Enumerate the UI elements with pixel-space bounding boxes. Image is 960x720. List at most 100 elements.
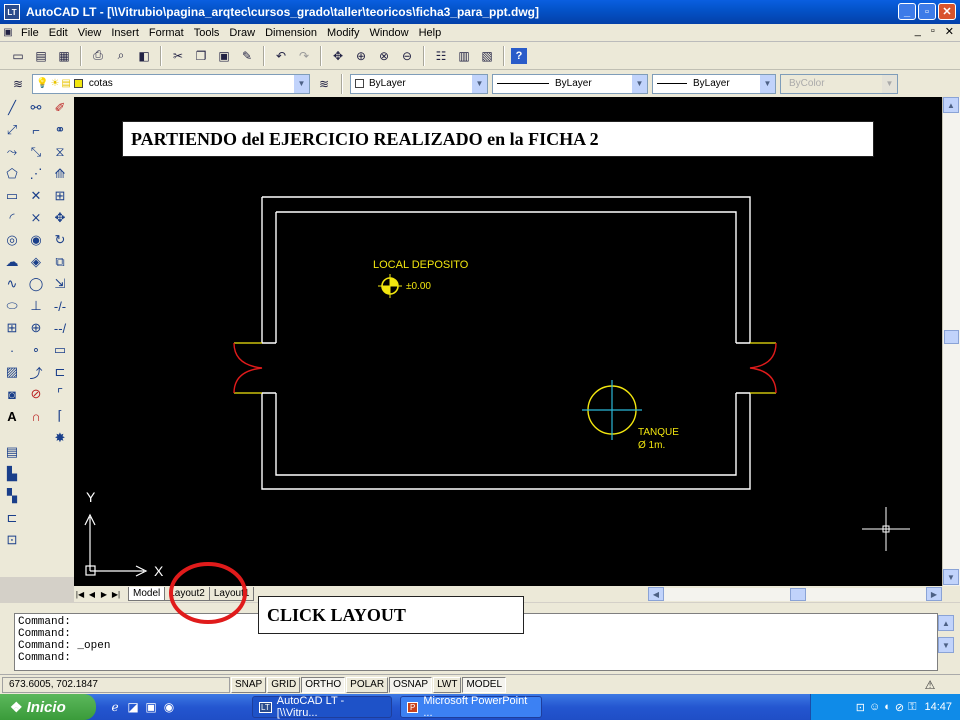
extend-icon[interactable]: --/ — [48, 317, 72, 339]
command-prompt[interactable]: Command: — [18, 652, 934, 664]
tab-model[interactable]: Model — [128, 587, 166, 601]
horizontal-scrollbar[interactable]: ◀ ▶ — [648, 587, 942, 601]
volume-icon[interactable]: ◐ — [884, 701, 891, 713]
redo-icon[interactable]: ↷ — [294, 46, 314, 66]
menu-view[interactable]: View — [73, 27, 107, 39]
scroll-left-icon[interactable]: ◀ — [648, 587, 664, 601]
print-icon[interactable]: ⎙ — [88, 46, 108, 66]
communication-center-icon[interactable]: ⚠ — [920, 675, 940, 695]
arc-icon[interactable]: ◜ — [0, 207, 24, 229]
grid-toggle[interactable]: GRID — [267, 676, 301, 693]
design-center-icon[interactable]: ▥ — [454, 46, 474, 66]
menu-modify[interactable]: Modify — [322, 27, 364, 39]
explode-icon[interactable]: ✸ — [48, 427, 72, 449]
show-desktop-icon[interactable]: ◪ — [124, 698, 142, 716]
paste-icon[interactable]: ▣ — [214, 46, 234, 66]
zoom-previous-icon[interactable]: ⊖ — [397, 46, 417, 66]
chevron-down-icon[interactable]: ▼ — [632, 74, 647, 93]
maximize-button[interactable]: ▫ — [918, 3, 936, 20]
point-icon[interactable]: · — [0, 339, 24, 361]
dim-edit-icon[interactable]: ⊏ — [0, 507, 24, 529]
first-tab-icon[interactable]: |◀ — [74, 587, 86, 601]
offset-icon[interactable]: ⟰ — [48, 163, 72, 185]
region-icon[interactable]: ◙ — [0, 383, 24, 405]
polygon-icon[interactable]: ⬠ — [0, 163, 24, 185]
stretch-icon[interactable]: ⇲ — [48, 273, 72, 295]
chevron-down-icon[interactable]: ▼ — [472, 74, 487, 93]
ordinate-dimension-icon[interactable]: ⊡ — [0, 529, 24, 551]
messenger-icon[interactable]: ☺ — [869, 701, 880, 713]
insert-block-icon[interactable]: ⊞ — [0, 317, 24, 339]
menu-edit[interactable]: Edit — [44, 27, 73, 39]
break-icon[interactable]: ▭ — [48, 339, 72, 361]
chevron-down-icon[interactable]: ▼ — [760, 74, 775, 93]
make-object-layer-current-icon[interactable]: ≋ — [314, 74, 334, 94]
menu-help[interactable]: Help — [414, 27, 447, 39]
menu-insert[interactable]: Insert — [106, 27, 144, 39]
move-icon[interactable]: ✥ — [48, 207, 72, 229]
media-player-icon[interactable]: ▣ — [142, 698, 160, 716]
hatch-icon[interactable]: ▨ — [0, 361, 24, 383]
join-icon[interactable]: ⊏ — [48, 361, 72, 383]
polyline-icon[interactable]: ⤳ — [0, 141, 24, 163]
doc-minimize-button[interactable]: _ — [915, 25, 921, 38]
open-folder-icon[interactable]: ▤ — [31, 46, 51, 66]
next-tab-icon[interactable]: ▶ — [98, 587, 110, 601]
vertical-scroll-thumb[interactable] — [944, 330, 959, 344]
circle-icon[interactable]: ◎ — [0, 229, 24, 251]
spline-icon[interactable]: ∿ — [0, 273, 24, 295]
taskbar-item-autocad[interactable]: LT AutoCAD LT - [\\Vitru... — [252, 695, 392, 719]
snap-none-icon[interactable]: ⊘ — [24, 383, 48, 405]
layer-manager-icon[interactable]: ≋ — [8, 74, 28, 94]
trim-icon[interactable]: -/- — [48, 295, 72, 317]
horizontal-scroll-thumb[interactable] — [790, 588, 806, 601]
taskbar-item-powerpoint[interactable]: P Microsoft PowerPoint ... — [400, 695, 542, 719]
rotate-icon[interactable]: ↻ — [48, 229, 72, 251]
zoom-realtime-icon[interactable]: ⊕ — [351, 46, 371, 66]
start-button[interactable]: ❖ Inicio — [0, 694, 96, 720]
pan-icon[interactable]: ✥ — [328, 46, 348, 66]
snap-nearest-icon[interactable]: ⤴ — [24, 361, 48, 383]
save-icon[interactable]: ▦ — [54, 46, 74, 66]
color-dropdown[interactable]: ByLayer ▼ — [350, 73, 488, 94]
ellipse-icon[interactable]: ⬭ — [0, 295, 24, 317]
print-preview-icon[interactable]: ⌕ — [111, 46, 131, 66]
document-icon[interactable]: ▣ — [0, 25, 16, 41]
snap-center-icon[interactable]: ◉ — [24, 229, 48, 251]
lwt-toggle[interactable]: LWT — [433, 676, 462, 693]
close-button[interactable]: ✕ — [938, 3, 956, 20]
antivirus-icon[interactable]: ⊘ — [895, 701, 904, 714]
prev-tab-icon[interactable]: ◀ — [86, 587, 98, 601]
linear-dimension-icon[interactable]: ▙ — [0, 463, 24, 485]
model-space-canvas[interactable]: LOCAL DEPOSITO ±0.00 TANQUE Ø 1m. Y X — [74, 97, 942, 586]
linetype-dropdown[interactable]: ByLayer ▼ — [492, 73, 648, 94]
chevron-down-icon[interactable]: ▼ — [294, 74, 309, 93]
layer-dropdown[interactable]: 💡 ☀ ▤ cotas ▼ — [32, 73, 310, 94]
snap-quadrant-icon[interactable]: ◈ — [24, 251, 48, 273]
snap-toggle[interactable]: SNAP — [231, 676, 267, 693]
model-toggle[interactable]: MODEL — [462, 676, 507, 693]
copy-object-icon[interactable]: ⚭ — [48, 119, 72, 141]
multiline-text-icon[interactable]: A — [0, 405, 24, 427]
copy-icon[interactable]: ❐ — [191, 46, 211, 66]
scroll-up-icon[interactable]: ▲ — [943, 97, 959, 113]
dimension-style-icon[interactable]: ▤ — [0, 441, 24, 463]
coordinate-readout[interactable]: 673.6005, 702.1847 — [2, 676, 230, 693]
scroll-right-icon[interactable]: ▶ — [926, 587, 942, 601]
menu-dimension[interactable]: Dimension — [260, 27, 322, 39]
snap-tangent-icon[interactable]: ◯ — [24, 273, 48, 295]
snap-midpoint-icon[interactable]: ⌐ — [24, 119, 48, 141]
firefox-icon[interactable]: ◉ — [160, 698, 178, 716]
network-icon[interactable]: ⊡ — [856, 701, 865, 714]
revision-cloud-icon[interactable]: ☁ — [0, 251, 24, 273]
snap-settings-icon[interactable]: ∩ — [24, 405, 48, 427]
zoom-window-icon[interactable]: ⊗ — [374, 46, 394, 66]
snap-cross-icon[interactable]: ⨯ — [24, 207, 48, 229]
properties-icon[interactable]: ☷ — [431, 46, 451, 66]
polar-toggle[interactable]: POLAR — [346, 676, 389, 693]
fillet-icon[interactable]: ⌈ — [48, 405, 72, 427]
snap-endpoint-icon[interactable]: ⚯ — [24, 97, 48, 119]
mirror-icon[interactable]: ⧖ — [48, 141, 72, 163]
tool-palettes-icon[interactable]: ▧ — [477, 46, 497, 66]
aligned-dimension-icon[interactable]: ▚ — [0, 485, 24, 507]
